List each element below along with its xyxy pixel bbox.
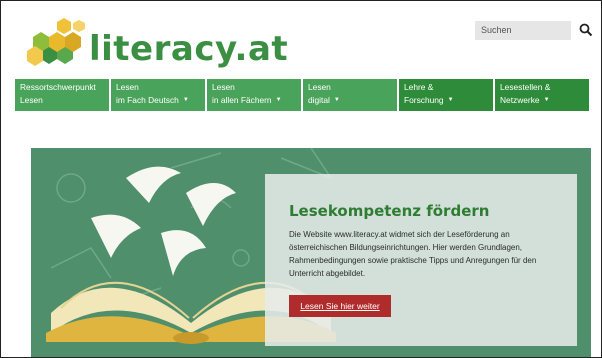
nav-line2: Forschung — [404, 95, 444, 105]
caret-down-icon: ▼ — [275, 97, 282, 104]
nav-line1: Lesen — [308, 82, 331, 92]
hero-description: Die Website www.literacy.at widmet sich … — [289, 230, 537, 278]
logo-hexagons-icon — [27, 18, 85, 66]
nav-line1: Ressortschwerpunkt — [20, 82, 96, 92]
nav-line2: Lesen — [20, 95, 43, 105]
caret-down-icon: ▼ — [182, 97, 189, 104]
page-frame: literacy.at Suchen Ressortschwerpunkt Le… — [0, 0, 602, 358]
nav-item-allen-faechern[interactable]: Lesen in allen Fächern ▼ — [207, 79, 301, 111]
hero-banner: Lesekompetenz fördern Die Website www.li… — [31, 148, 591, 357]
nav-line2: im Fach Deutsch — [116, 95, 179, 105]
read-more-button[interactable]: Lesen Sie hier weiter — [289, 295, 391, 317]
caret-down-icon: ▼ — [333, 97, 340, 104]
nav-line1: Lesen — [212, 82, 235, 92]
nav-line1: Lehre & — [404, 82, 434, 92]
nav-line2: Netzwerke — [500, 95, 540, 105]
nav-item-lesestellen-netzwerke[interactable]: Lesestellen & Netzwerke ▼ — [495, 79, 589, 111]
nav-item-fach-deutsch[interactable]: Lesen im Fach Deutsch ▼ — [111, 79, 205, 111]
nav-item-digital[interactable]: Lesen digital ▼ — [303, 79, 397, 111]
hero-text-panel: Lesekompetenz fördern Die Website www.li… — [265, 174, 577, 346]
logo-wordmark: literacy.at — [89, 29, 289, 69]
nav-line1: Lesestellen & — [500, 82, 551, 92]
site-logo[interactable]: literacy.at — [21, 17, 288, 73]
caret-down-icon: ▼ — [543, 97, 550, 104]
nav-line1: Lesen — [116, 82, 139, 92]
nav-line2: digital — [308, 95, 330, 105]
caret-down-icon: ▼ — [447, 97, 454, 104]
hero-title: Lesekompetenz fördern — [289, 202, 490, 220]
nav-item-lehre-forschung[interactable]: Lehre & Forschung ▼ — [399, 79, 493, 111]
nav-line2: in allen Fächern — [212, 95, 272, 105]
nav-item-ressortschwerpunkt[interactable]: Ressortschwerpunkt Lesen — [15, 79, 109, 111]
search-input[interactable]: Suchen — [475, 21, 571, 40]
search-icon[interactable] — [579, 23, 593, 37]
